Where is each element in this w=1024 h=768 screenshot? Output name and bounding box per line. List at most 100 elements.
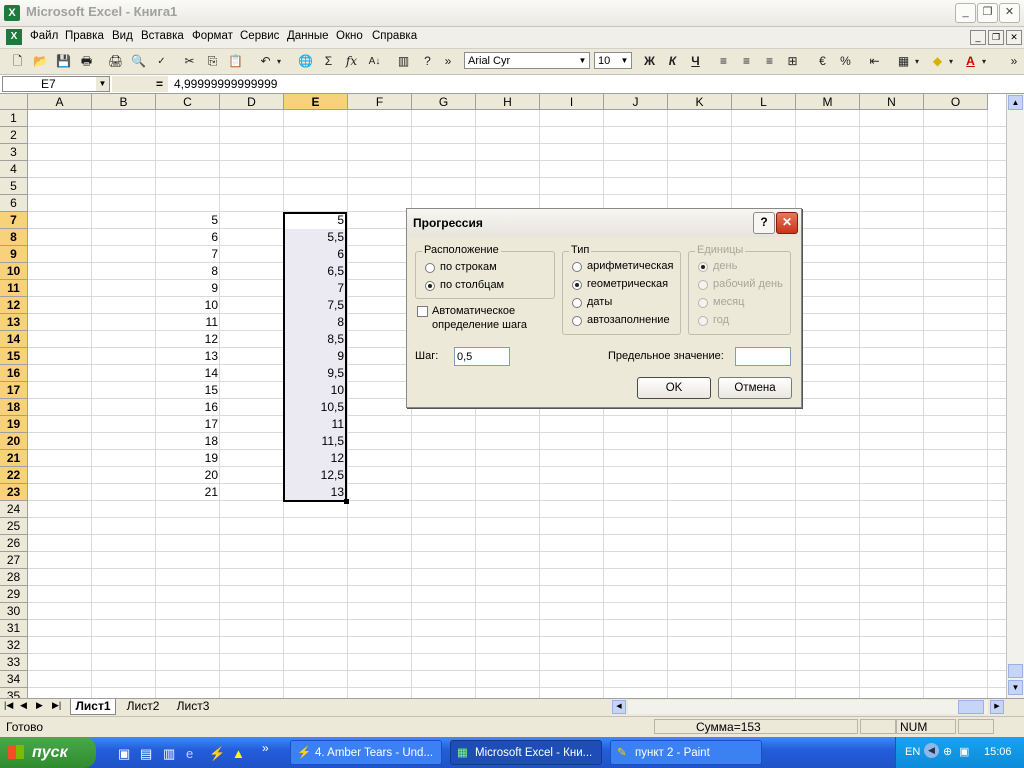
row-header-5[interactable]: 5 [0,178,28,195]
paste-icon[interactable]: 📋 [226,52,245,71]
quicklaunch-explorer-icon[interactable]: ▤ [140,746,152,762]
toolbar-options-icon-2[interactable]: » [1008,52,1020,71]
row-header-19[interactable]: 19 [0,416,28,433]
tray-monitor-icon[interactable]: ▣ [959,745,969,758]
dialog-titlebar[interactable]: Прогрессия ? ✕ [407,209,801,237]
column-header-d[interactable]: D [220,94,284,110]
save-icon[interactable]: 💾 [54,52,73,71]
row-header-24[interactable]: 24 [0,501,28,518]
borders-dropdown-icon[interactable]: ▾ [912,52,922,71]
sheet-tab-3[interactable]: Лист3 [170,699,216,715]
row-header-23[interactable]: 23 [0,484,28,501]
cell-c21[interactable]: 19 [156,450,220,467]
scroll-up-icon[interactable]: ▲ [1008,95,1023,110]
cancel-button[interactable]: Отмена [718,377,792,399]
fill-color-dropdown-icon[interactable]: ▾ [946,52,956,71]
cell-c18[interactable]: 16 [156,399,220,416]
font-name-dropdown-icon[interactable]: ▼ [576,53,589,68]
row-header-11[interactable]: 11 [0,280,28,297]
row-header-15[interactable]: 15 [0,348,28,365]
print-icon[interactable]: 🖨 [106,52,125,71]
open-icon[interactable]: 📂 [31,52,50,71]
cell-e10[interactable]: 6,5 [283,263,347,280]
cell-e16[interactable]: 9,5 [283,365,347,382]
quicklaunch-ie-icon[interactable]: e [186,746,193,761]
hscroll-right-icon[interactable]: ▶ [990,700,1004,714]
font-name-select[interactable]: Arial Cyr ▼ [464,52,590,69]
menu-help[interactable]: Справка [372,30,417,42]
cell-c8[interactable]: 6 [156,229,220,246]
row-header-26[interactable]: 26 [0,535,28,552]
scroll-thumb[interactable] [1008,664,1023,678]
cell-c16[interactable]: 14 [156,365,220,382]
toolbar-options-icon[interactable]: » [442,52,454,71]
quicklaunch-book-icon[interactable]: ▥ [163,746,175,762]
cell-c13[interactable]: 11 [156,314,220,331]
merge-center-icon[interactable]: ⊞ [783,52,802,71]
column-header-n[interactable]: N [860,94,924,110]
align-center-icon[interactable]: ≡ [737,52,756,71]
language-indicator[interactable]: EN [905,746,920,758]
cell-e14[interactable]: 8,5 [283,331,347,348]
menu-view[interactable]: Вид [112,30,133,42]
help-icon[interactable]: ? [418,52,437,71]
quicklaunch-winamp-icon[interactable]: ⚡ [209,746,225,762]
cell-c7[interactable]: 5 [156,212,220,229]
tray-back-icon[interactable]: ◀ [924,743,939,758]
decrease-indent-icon[interactable]: ⇤ [865,52,884,71]
cell-e23[interactable]: 13 [283,484,347,501]
auto-step-checkbox[interactable] [417,306,428,317]
radio-by-rows[interactable] [425,263,435,273]
select-all-corner[interactable] [0,94,28,110]
cell-e21[interactable]: 12 [283,450,347,467]
row-header-20[interactable]: 20 [0,433,28,450]
radio-by-columns[interactable] [425,281,435,291]
chart-wizard-icon[interactable]: ▥ [394,52,413,71]
radio-geometric[interactable] [572,280,582,290]
vertical-scrollbar[interactable]: ▲ ▼ [1006,94,1024,698]
cell-e22[interactable]: 12,5 [283,467,347,484]
copy-icon[interactable]: ⎘ [203,52,222,71]
cell-e18[interactable]: 10,5 [283,399,347,416]
cell-e9[interactable]: 6 [283,246,347,263]
column-header-f[interactable]: F [348,94,412,110]
column-header-b[interactable]: B [92,94,156,110]
cell-c23[interactable]: 21 [156,484,220,501]
quicklaunch-more-icon[interactable]: » [262,741,269,755]
task-excel[interactable]: ▦ Microsoft Excel - Кни... [450,740,602,765]
cell-c14[interactable]: 12 [156,331,220,348]
cell-c12[interactable]: 10 [156,297,220,314]
row-header-21[interactable]: 21 [0,450,28,467]
row-header-14[interactable]: 14 [0,331,28,348]
sort-ascending-icon[interactable]: A↓ [365,52,384,71]
hscroll-left-icon[interactable]: ◀ [612,700,626,714]
autosum-icon[interactable]: Σ [319,52,338,71]
menu-tools[interactable]: Сервис [240,30,279,42]
row-header-9[interactable]: 9 [0,246,28,263]
cell-e17[interactable]: 10 [283,382,347,399]
step-input[interactable] [454,347,510,366]
undo-icon[interactable]: ↶ [256,52,275,71]
maximize-button[interactable]: ❐ [977,3,998,23]
borders-icon[interactable]: ▦ [894,52,913,71]
row-header-30[interactable]: 30 [0,603,28,620]
last-sheet-icon[interactable]: ▶| [52,700,61,711]
row-header-34[interactable]: 34 [0,671,28,688]
sheet-tab-2[interactable]: Лист2 [120,699,166,715]
align-left-icon[interactable]: ≡ [714,52,733,71]
sheet-tab-1[interactable]: Лист1 [70,699,116,715]
hyperlink-icon[interactable]: 🌐 [296,52,315,71]
first-sheet-icon[interactable]: |◀ [4,700,13,711]
currency-icon[interactable]: € [813,52,832,71]
row-header-22[interactable]: 22 [0,467,28,484]
underline-button[interactable]: Ч [686,52,705,71]
column-header-a[interactable]: A [28,94,92,110]
column-header-k[interactable]: K [668,94,732,110]
column-header-c[interactable]: C [156,94,220,110]
new-icon[interactable]: 🗋 [8,52,27,71]
row-header-32[interactable]: 32 [0,637,28,654]
row-header-18[interactable]: 18 [0,399,28,416]
doc-minimize-button[interactable]: _ [970,30,986,45]
cut-icon[interactable]: ✂ [180,52,199,71]
spelling-icon[interactable]: ✓ [152,52,171,71]
